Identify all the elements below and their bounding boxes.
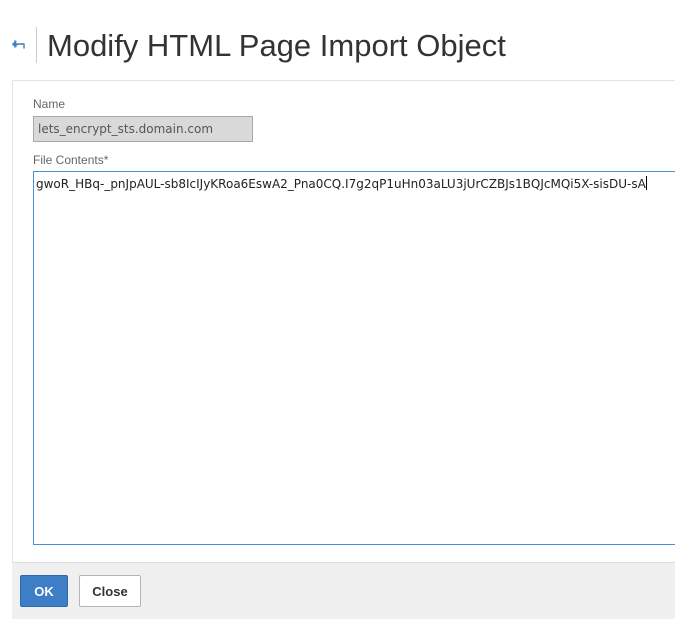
header-divider (36, 27, 37, 63)
modify-html-page-import-dialog: Modify HTML Page Import Object Name lets… (0, 0, 675, 619)
back-button[interactable] (10, 36, 28, 54)
text-caret (645, 176, 647, 190)
name-label: Name (33, 97, 66, 111)
file-contents-label: File Contents* (33, 153, 109, 167)
page-header: Modify HTML Page Import Object (0, 0, 675, 80)
ok-button[interactable]: OK (20, 575, 68, 607)
close-button[interactable]: Close (79, 575, 141, 607)
file-contents-textarea[interactable]: gwoR_HBq-_pnJpAUL-sb8IcIJyKRoa6EswA2_Pna… (33, 171, 675, 545)
form-panel: Name lets_encrypt_sts.domain.com File Co… (12, 80, 675, 562)
dialog-footer: OK Close (12, 562, 675, 619)
back-arrow-icon (12, 40, 25, 49)
file-contents-text: gwoR_HBq-_pnJpAUL-sb8IcIJyKRoa6EswA2_Pna… (36, 177, 646, 191)
page-title: Modify HTML Page Import Object (47, 28, 506, 63)
name-field[interactable]: lets_encrypt_sts.domain.com (33, 116, 253, 142)
